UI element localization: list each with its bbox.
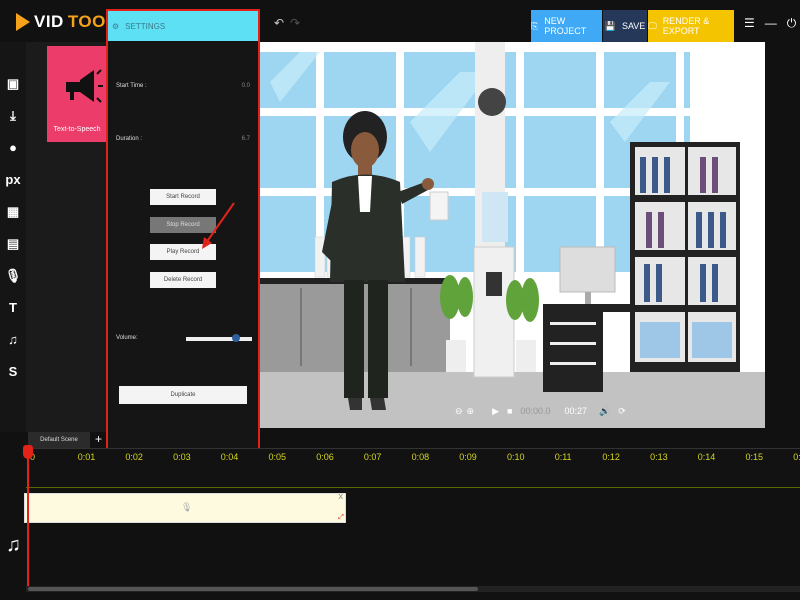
new-project-label: NEW PROJECT (544, 16, 587, 36)
duration-label: Duration : (116, 136, 143, 142)
zoom-out-icon[interactable]: ⊖ (455, 406, 463, 417)
text-icon[interactable]: T (0, 300, 26, 315)
gift-icon[interactable]: ▦ (0, 204, 26, 220)
timeline-tick-label: 0:01 (77, 452, 96, 462)
timeline-tick-label: 0:12 (602, 452, 620, 462)
timeline-tick-label: 0:04 (220, 452, 239, 462)
stop-icon[interactable]: ■ (507, 406, 512, 416)
settings-header: ⚙ SETTINGS (108, 11, 258, 41)
logo-text-vid: VID (34, 12, 64, 31)
settings-panel: ⚙ SETTINGS Start Time : 0.0 Duration : 6… (106, 9, 260, 451)
timeline-tick-label: 0:02 (125, 452, 143, 462)
total-time: 00:27 (564, 406, 588, 416)
start-time-value[interactable]: 0.0 (242, 83, 250, 89)
timeline-tick-label: 0:14 (697, 452, 716, 462)
download-icon[interactable]: ⤓ (0, 108, 26, 124)
playhead-handle[interactable] (23, 445, 33, 459)
timeline-tick-label: 0:06 (316, 452, 334, 462)
left-tool-rail: ▣ ⤓ ● px ▦ ▤ 🎙 T ♫ S (0, 42, 26, 432)
minimize-icon[interactable]: — (765, 16, 777, 31)
microphone-icon[interactable]: 🎙 (0, 268, 26, 284)
track-close-button[interactable]: X (338, 494, 343, 501)
office-scene-illustration (260, 42, 765, 428)
scene-canvas[interactable] (260, 42, 765, 428)
refresh-icon[interactable]: ⟳ (618, 406, 626, 417)
window-controls: ☰ — ⏻ (744, 16, 796, 31)
save-label: SAVE (621, 21, 646, 31)
text-to-speech-card[interactable]: Text-to-Speech (47, 46, 107, 142)
music-track-icon[interactable]: ♫ (6, 534, 21, 557)
gear-icon: ⚙ (112, 21, 120, 31)
add-scene-button[interactable]: + (95, 432, 102, 446)
timeline-scrollbar-thumb[interactable] (28, 587, 478, 591)
timeline-tick-label: 0:03 (173, 452, 191, 462)
timeline-tick-label: 0:16 (793, 452, 800, 462)
image-icon[interactable]: ▣ (0, 76, 26, 92)
current-time: 00:00.0 (520, 406, 551, 416)
monitor-icon: 🖵 (648, 20, 657, 31)
timeline-tick-label: 0:07 (363, 452, 382, 462)
play-icon[interactable]: ▶ (492, 406, 499, 417)
redo-icon[interactable]: ↷ (290, 16, 300, 30)
music-note-icon[interactable]: ♫ (0, 332, 26, 347)
tts-label: Text-to-Speech (53, 126, 101, 133)
render-export-label: RENDER & EXPORT (662, 16, 710, 36)
list-icon[interactable]: ☰ (744, 16, 755, 31)
timeline-tick-label: 0:09 (459, 452, 477, 462)
power-icon[interactable]: ⏻ (787, 16, 797, 31)
undo-icon[interactable]: ↶ (274, 16, 284, 30)
document-icon[interactable]: ▤ (0, 236, 26, 252)
megaphone-icon (66, 69, 103, 103)
new-project-button[interactable]: ⎘ NEW PROJECT (531, 10, 602, 42)
timeline-tick-label: 0:05 (268, 452, 287, 462)
player-controls: ⊖ ⊕ ▶ ■ 00:00.0 00:27 🔊 ⟳ (455, 403, 626, 419)
timeline-ticks: 0 0:01 0:02 0:03 0:04 0:05 0:06 0:07 0:08 0:09 0:1… (0, 448, 800, 468)
volume-label: Volume: (116, 335, 138, 341)
volume-slider-handle[interactable] (232, 334, 240, 342)
microphone-icon: 🎙 (181, 502, 193, 512)
audio-track-clip[interactable]: 🎙 X ⤢ (24, 493, 346, 523)
start-time-label: Start Time : (116, 83, 147, 89)
scene-tab[interactable]: Default Scene (28, 432, 90, 448)
px-icon[interactable]: px (0, 172, 26, 187)
timeline-scrollbar[interactable] (26, 586, 800, 592)
save-icon: 💾 (604, 20, 616, 31)
duplicate-button[interactable]: Duplicate (119, 386, 247, 404)
app-logo[interactable]: VID TOON (16, 12, 119, 32)
person-icon[interactable]: ● (0, 140, 26, 155)
volume-slider[interactable] (186, 337, 252, 341)
timeline-tick-label: 0:10 (507, 452, 525, 462)
save-button[interactable]: 💾 SAVE (603, 10, 647, 42)
new-project-icon: ⎘ (531, 20, 539, 31)
timeline-tick-label: 0:11 (554, 452, 572, 462)
settings-title: SETTINGS (125, 21, 166, 31)
track-resize-handle[interactable]: ⤢ (337, 514, 345, 522)
duration-value[interactable]: 6.7 (242, 136, 250, 142)
zoom-in-icon[interactable]: ⊕ (467, 406, 475, 417)
delete-record-button[interactable]: Delete Record (150, 272, 216, 288)
playhead[interactable] (27, 448, 29, 588)
dollar-icon[interactable]: S (0, 364, 26, 379)
timeline-tick-label: 0:13 (650, 452, 668, 462)
render-export-button[interactable]: 🖵 RENDER & EXPORT (648, 10, 734, 42)
logo-play-icon (16, 13, 30, 31)
timeline-tick-label: 0:08 (411, 452, 430, 462)
volume-icon[interactable]: 🔊 (599, 406, 610, 417)
timeline-tick-label: 0:15 (745, 452, 764, 462)
annotation-arrow-icon (202, 202, 235, 249)
